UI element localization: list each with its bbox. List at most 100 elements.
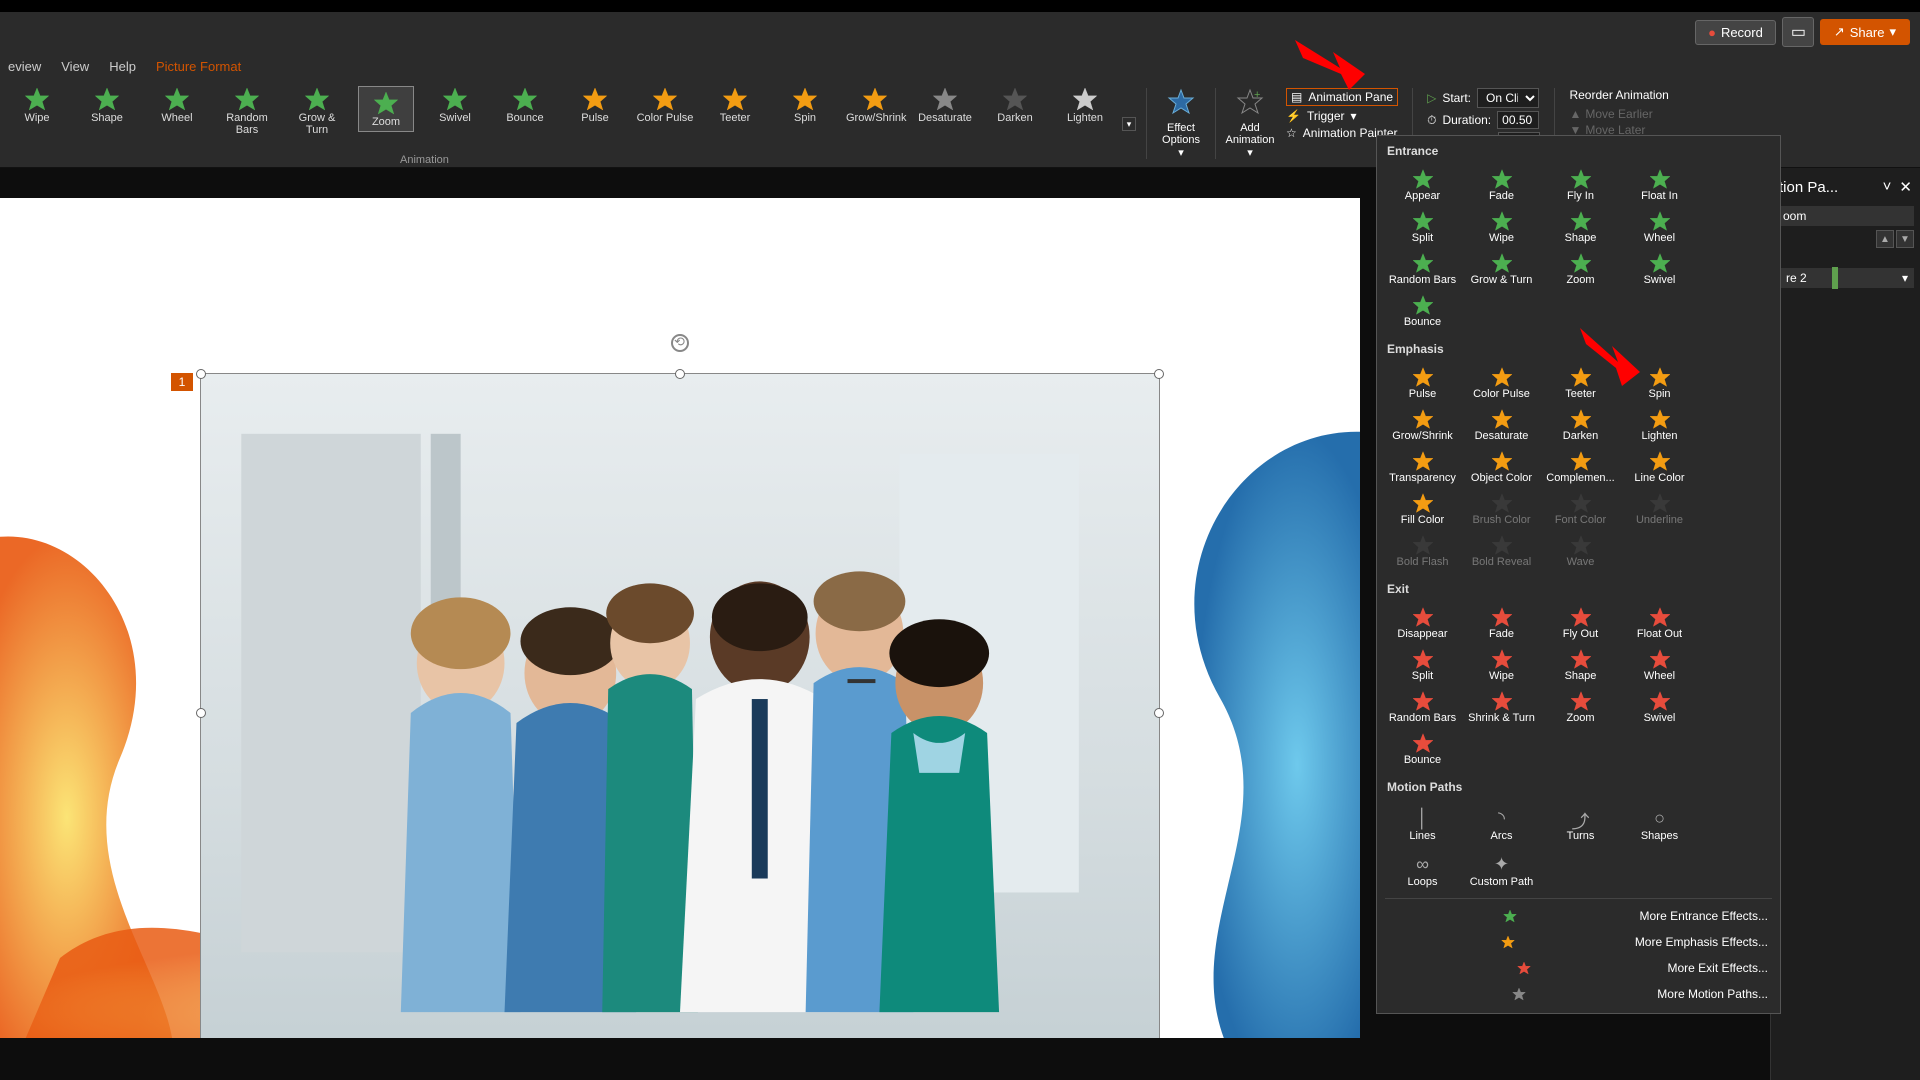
move-up-button[interactable]: ▲ xyxy=(1876,230,1894,248)
dd-item-wipe[interactable]: Wipe xyxy=(1462,206,1541,248)
animation-pane-item[interactable]: re 2▾ xyxy=(1777,268,1914,288)
dd-item-fill-color[interactable]: Fill Color xyxy=(1383,488,1462,530)
anim-gallery-random-bars[interactable]: Random Bars xyxy=(218,86,276,136)
anim-gallery-grow---turn[interactable]: Grow & Turn xyxy=(288,86,346,136)
anim-gallery-grow-shrink[interactable]: Grow/Shrink xyxy=(846,86,904,124)
dd-item-color-pulse[interactable]: Color Pulse xyxy=(1462,362,1541,404)
dd-item-shape[interactable]: Shape xyxy=(1541,644,1620,686)
annotation-arrow-2 xyxy=(1572,320,1652,400)
anim-gallery-desaturate[interactable]: Desaturate xyxy=(916,86,974,124)
move-down-button[interactable]: ▼ xyxy=(1896,230,1914,248)
title-bar xyxy=(0,0,1920,12)
dd-item-split[interactable]: Split xyxy=(1383,644,1462,686)
dd-link-3[interactable]: More Motion Paths... xyxy=(1377,981,1780,1007)
dd-item-fly-out[interactable]: Fly Out xyxy=(1541,602,1620,644)
rotation-handle[interactable] xyxy=(671,334,689,352)
dd-item-shrink---turn[interactable]: Shrink & Turn xyxy=(1462,686,1541,728)
pane-play-row[interactable]: oom xyxy=(1777,206,1914,226)
dd-link-2[interactable]: More Exit Effects... xyxy=(1377,955,1780,981)
tab-help[interactable]: Help xyxy=(109,59,136,74)
resize-handle-tr[interactable] xyxy=(1154,369,1164,379)
dd-item-desaturate[interactable]: Desaturate xyxy=(1462,404,1541,446)
dd-item-complemen---[interactable]: Complemen... xyxy=(1541,446,1620,488)
dd-item-wheel[interactable]: Wheel xyxy=(1620,644,1699,686)
anim-gallery-wheel[interactable]: Wheel xyxy=(148,86,206,124)
start-select[interactable]: On Click xyxy=(1477,88,1539,108)
anim-gallery-spin[interactable]: Spin xyxy=(776,86,834,124)
anim-gallery-zoom[interactable]: Zoom xyxy=(358,86,414,132)
slideshow-button[interactable]: ▭ xyxy=(1782,17,1814,47)
chevron-down-icon: ▾ xyxy=(1889,24,1896,40)
chevron-down-icon[interactable]: ▾ xyxy=(1902,271,1908,285)
dd-item-grow---turn[interactable]: Grow & Turn xyxy=(1462,248,1541,290)
dd-item-split[interactable]: Split xyxy=(1383,206,1462,248)
dd-item-float-out[interactable]: Float Out xyxy=(1620,602,1699,644)
dd-item-appear[interactable]: Appear xyxy=(1383,164,1462,206)
dd-item-arcs[interactable]: ◝Arcs xyxy=(1462,800,1541,846)
share-button[interactable]: ↗ Share ▾ xyxy=(1820,19,1910,45)
dd-item-line-color[interactable]: Line Color xyxy=(1620,446,1699,488)
anim-gallery-shape[interactable]: Shape xyxy=(78,86,136,124)
dd-link-0[interactable]: More Entrance Effects... xyxy=(1377,903,1780,929)
anim-gallery-pulse[interactable]: Pulse xyxy=(566,86,624,124)
dd-item-transparency[interactable]: Transparency xyxy=(1383,446,1462,488)
resize-handle-mr[interactable] xyxy=(1154,708,1164,718)
dd-item-swivel[interactable]: Swivel xyxy=(1620,248,1699,290)
gallery-more-button[interactable]: ▾ xyxy=(1122,117,1136,131)
record-button[interactable]: Record xyxy=(1695,20,1776,45)
close-icon[interactable]: ✕ xyxy=(1899,178,1912,196)
dd-item-zoom[interactable]: Zoom xyxy=(1541,248,1620,290)
dd-item-lighten[interactable]: Lighten xyxy=(1620,404,1699,446)
selected-picture[interactable]: 1 xyxy=(200,373,1160,1038)
anim-gallery-darken[interactable]: Darken xyxy=(986,86,1044,124)
anim-gallery-wipe[interactable]: Wipe xyxy=(8,86,66,124)
tab-view[interactable]: View xyxy=(61,59,89,74)
dd-item-fade[interactable]: Fade xyxy=(1462,602,1541,644)
dd-item-grow-shrink[interactable]: Grow/Shrink xyxy=(1383,404,1462,446)
duration-input[interactable] xyxy=(1497,111,1539,129)
dd-item-bounce[interactable]: Bounce xyxy=(1383,290,1462,332)
dd-item-turns[interactable]: ⤴Turns xyxy=(1541,800,1620,846)
anim-gallery-teeter[interactable]: Teeter xyxy=(706,86,764,124)
motion-paths-header: Motion Paths xyxy=(1377,772,1780,798)
anim-gallery-color-pulse[interactable]: Color Pulse xyxy=(636,86,694,124)
animation-section-label: Animation xyxy=(400,154,449,166)
dd-item-random-bars[interactable]: Random Bars xyxy=(1383,248,1462,290)
tab-picture-format[interactable]: Picture Format xyxy=(156,59,241,74)
trigger-button[interactable]: ⚡ Trigger ▾ xyxy=(1286,109,1398,123)
resize-handle-tc[interactable] xyxy=(675,369,685,379)
menu-bar: eview View Help Picture Format xyxy=(0,52,1920,80)
dd-link-1[interactable]: More Emphasis Effects... xyxy=(1377,929,1780,955)
effect-options-button[interactable]: Effect Options ▾ xyxy=(1153,84,1209,163)
dd-item-object-color[interactable]: Object Color xyxy=(1462,446,1541,488)
chevron-down-icon[interactable]: ˅ xyxy=(1883,178,1892,196)
dd-item-disappear[interactable]: Disappear xyxy=(1383,602,1462,644)
dd-item-random-bars[interactable]: Random Bars xyxy=(1383,686,1462,728)
entrance-header: Entrance xyxy=(1377,136,1780,162)
resize-handle-tl[interactable] xyxy=(196,369,206,379)
dd-item-wipe[interactable]: Wipe xyxy=(1462,644,1541,686)
resize-handle-ml[interactable] xyxy=(196,708,206,718)
anim-gallery-lighten[interactable]: Lighten xyxy=(1056,86,1114,124)
dd-item-fade[interactable]: Fade xyxy=(1462,164,1541,206)
dd-item-fly-in[interactable]: Fly In xyxy=(1541,164,1620,206)
animation-order-tag[interactable]: 1 xyxy=(171,373,193,391)
animation-pane: tion Pa... ˅✕ oom ▲▼ re 2▾ xyxy=(1770,168,1920,1080)
dd-item-shapes[interactable]: ○Shapes xyxy=(1620,800,1699,846)
dd-item-lines[interactable]: │Lines xyxy=(1383,800,1462,846)
dd-item-pulse[interactable]: Pulse xyxy=(1383,362,1462,404)
dd-item-swivel[interactable]: Swivel xyxy=(1620,686,1699,728)
dd-item-shape[interactable]: Shape xyxy=(1541,206,1620,248)
dd-item-zoom[interactable]: Zoom xyxy=(1541,686,1620,728)
anim-gallery-bounce[interactable]: Bounce xyxy=(496,86,554,124)
dd-item-bounce[interactable]: Bounce xyxy=(1383,728,1462,770)
dd-item-wheel[interactable]: Wheel xyxy=(1620,206,1699,248)
anim-gallery-swivel[interactable]: Swivel xyxy=(426,86,484,124)
start-label: Start: xyxy=(1442,91,1471,105)
add-animation-button[interactable]: + Add Animation ▾ xyxy=(1222,84,1278,163)
dd-item-custom-path[interactable]: ✦Custom Path xyxy=(1462,846,1541,892)
dd-item-darken[interactable]: Darken xyxy=(1541,404,1620,446)
tab-review[interactable]: eview xyxy=(8,59,41,74)
dd-item-float-in[interactable]: Float In xyxy=(1620,164,1699,206)
dd-item-loops[interactable]: ∞Loops xyxy=(1383,846,1462,892)
